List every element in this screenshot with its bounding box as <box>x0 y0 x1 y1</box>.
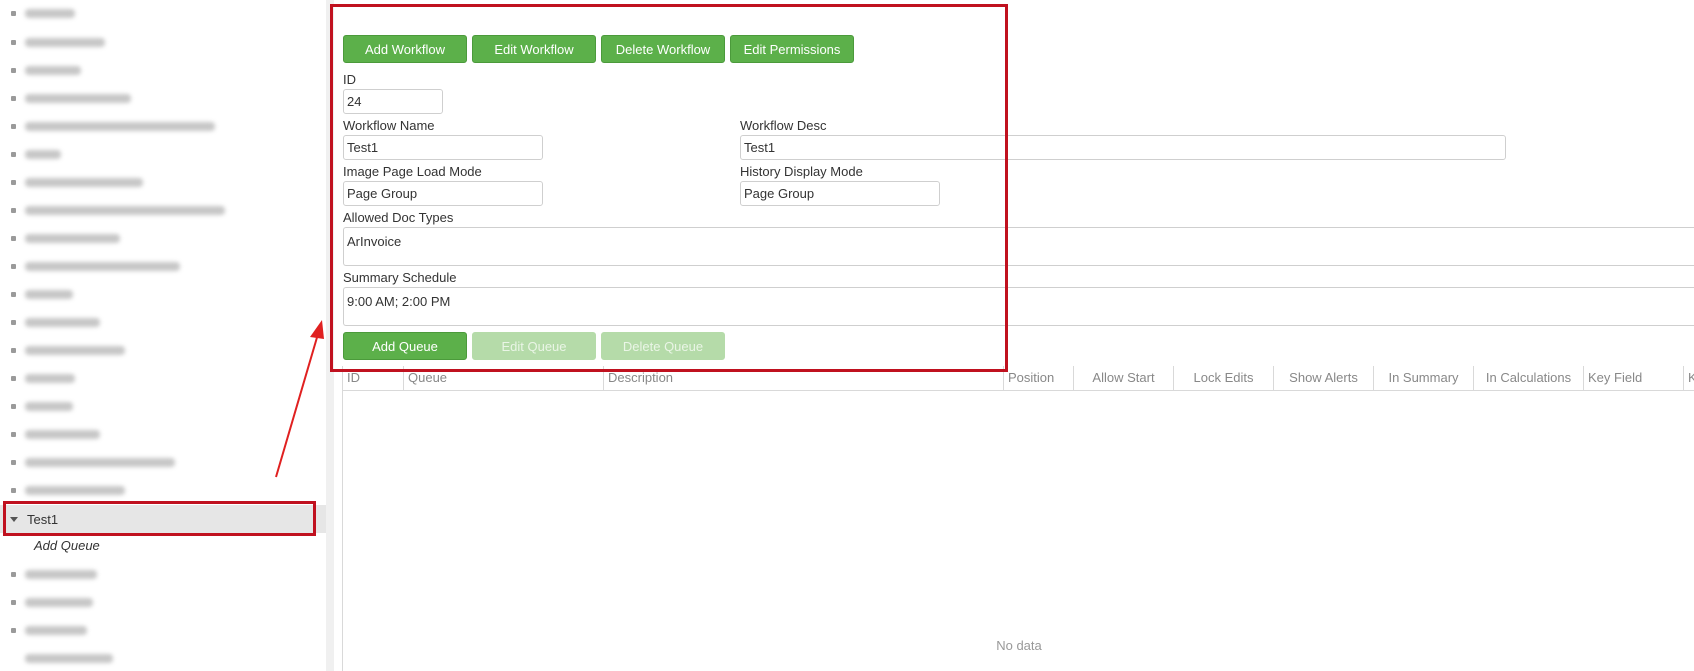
bullet-icon <box>11 39 16 45</box>
tree-item-blurred[interactable] <box>0 645 326 671</box>
bullet-icon <box>11 319 16 325</box>
edit-queue-button[interactable]: Edit Queue <box>472 332 596 360</box>
add-queue-button[interactable]: Add Queue <box>343 332 467 360</box>
sidebar-scrollbar[interactable] <box>326 0 334 671</box>
column-header-show-alerts[interactable]: Show Alerts <box>1274 366 1374 390</box>
tree-item-blurred[interactable] <box>0 477 326 503</box>
edit-workflow-button[interactable]: Edit Workflow <box>472 35 596 63</box>
workflow-tree-sidebar: Test1 Add Queue <box>0 0 327 671</box>
tree-child-add-queue[interactable]: Add Queue <box>34 538 100 553</box>
tree-item-blurred[interactable] <box>0 0 326 26</box>
tree-item-blurred[interactable] <box>0 225 326 251</box>
edit-permissions-button[interactable]: Edit Permissions <box>730 35 854 63</box>
column-header-queue[interactable]: Queue <box>404 366 604 390</box>
tree-item-blurred[interactable] <box>0 337 326 363</box>
tree-item-label: Test1 <box>27 511 59 527</box>
bullet-icon <box>11 571 16 577</box>
tree-item-blurred[interactable] <box>0 309 326 335</box>
tree-item-blurred[interactable] <box>0 253 326 279</box>
tree-item-blurred[interactable] <box>0 589 326 615</box>
id-field[interactable]: 24 <box>343 89 443 114</box>
bullet-icon <box>11 67 16 73</box>
bullet-icon <box>11 375 16 381</box>
bullet-icon <box>11 235 16 241</box>
bullet-icon <box>11 347 16 353</box>
column-header-description[interactable]: Description <box>604 366 1004 390</box>
bullet-icon <box>11 10 16 16</box>
delete-workflow-button[interactable]: Delete Workflow <box>601 35 725 63</box>
delete-queue-button[interactable]: Delete Queue <box>601 332 725 360</box>
allowed-doc-types-field[interactable]: ArInvoice <box>343 227 1694 266</box>
bullet-icon <box>11 179 16 185</box>
bullet-icon <box>11 263 16 269</box>
bullet-icon <box>11 403 16 409</box>
image-page-load-mode-label: Image Page Load Mode <box>343 164 482 179</box>
image-page-load-mode-select[interactable]: Page Group <box>343 181 543 206</box>
column-header-in-calculations[interactable]: In Calculations <box>1474 366 1584 390</box>
bullet-icon <box>11 459 16 465</box>
workflow-name-label: Workflow Name <box>343 118 435 133</box>
tree-item-blurred[interactable] <box>0 281 326 307</box>
bullet-icon <box>11 291 16 297</box>
tree-item-test1[interactable]: Test1 <box>0 505 326 533</box>
tree-item-blurred[interactable] <box>0 393 326 419</box>
tree-item-blurred[interactable] <box>0 169 326 195</box>
id-label: ID <box>343 72 356 87</box>
column-header-key-field[interactable]: Key Field <box>1584 366 1684 390</box>
workflow-name-field[interactable]: Test1 <box>343 135 543 160</box>
column-header-in-summary[interactable]: In Summary <box>1374 366 1474 390</box>
summary-schedule-field[interactable]: 9:00 AM; 2:00 PM <box>343 287 1694 326</box>
history-display-mode-label: History Display Mode <box>740 164 863 179</box>
column-header-position[interactable]: Position <box>1004 366 1074 390</box>
bullet-icon <box>11 599 16 605</box>
history-display-mode-select[interactable]: Page Group <box>740 181 940 206</box>
tree-item-blurred[interactable] <box>0 29 326 55</box>
summary-schedule-label: Summary Schedule <box>343 270 457 285</box>
tree-item-blurred[interactable] <box>0 617 326 643</box>
bullet-icon <box>11 431 16 437</box>
bullet-icon <box>11 487 16 493</box>
column-header-lock-edits[interactable]: Lock Edits <box>1174 366 1274 390</box>
bullet-icon <box>11 207 16 213</box>
allowed-doc-types-label: Allowed Doc Types <box>343 210 454 225</box>
tree-item-blurred[interactable] <box>0 561 326 587</box>
tree-item-blurred[interactable] <box>0 421 326 447</box>
column-header-allow-start[interactable]: Allow Start <box>1074 366 1174 390</box>
tree-item-blurred[interactable] <box>0 57 326 83</box>
caret-down-icon[interactable] <box>10 516 18 522</box>
workflow-desc-label: Workflow Desc <box>740 118 827 133</box>
tree-item-blurred[interactable] <box>0 197 326 223</box>
tree-item-blurred[interactable] <box>0 85 326 111</box>
tree-item-blurred[interactable] <box>0 113 326 139</box>
bullet-icon <box>11 151 16 157</box>
column-header-id[interactable]: ID <box>343 366 404 390</box>
add-workflow-button[interactable]: Add Workflow <box>343 35 467 63</box>
grid-header: ID Queue Description Position Allow Star… <box>343 366 1694 391</box>
workflow-desc-field[interactable]: Test1 <box>740 135 1506 160</box>
empty-grid-message: No data <box>996 638 1042 653</box>
queue-grid: ID Queue Description Position Allow Star… <box>342 366 1694 671</box>
bullet-icon <box>11 123 16 129</box>
column-header-k[interactable]: K <box>1684 366 1694 390</box>
bullet-icon <box>11 627 16 633</box>
bullet-icon <box>11 95 16 101</box>
tree-item-blurred[interactable] <box>0 365 326 391</box>
tree-item-blurred[interactable] <box>0 141 326 167</box>
tree-item-blurred[interactable] <box>0 449 326 475</box>
